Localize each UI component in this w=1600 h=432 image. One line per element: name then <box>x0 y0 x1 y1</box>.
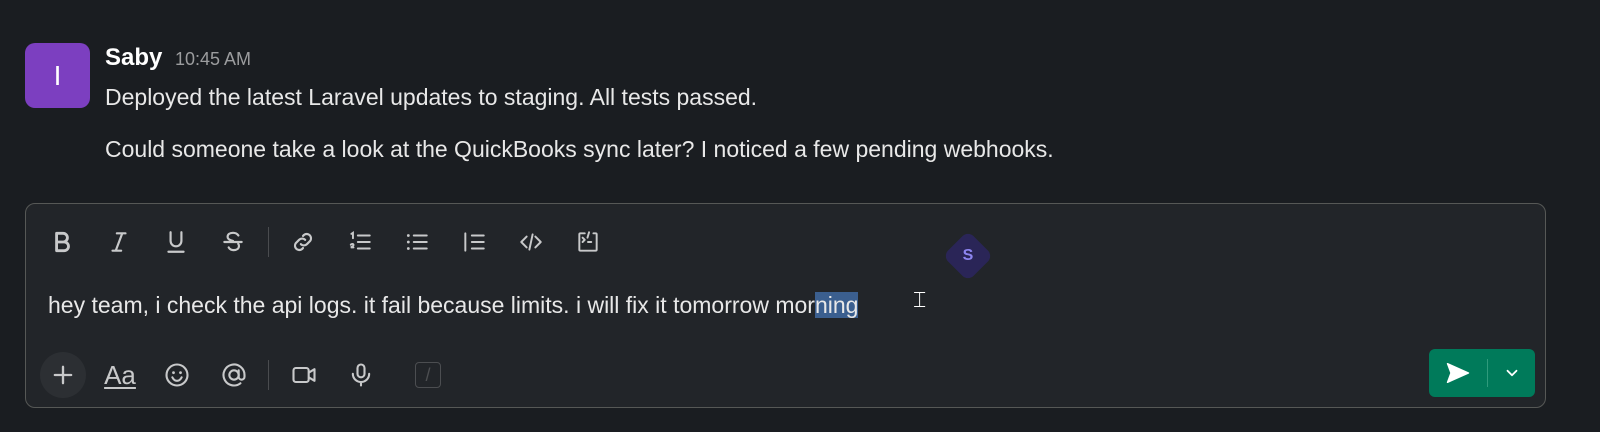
message: I Saby 10:45 AM Deployed the latest Lara… <box>25 43 1565 173</box>
actions-divider <box>268 360 269 390</box>
code-icon[interactable] <box>509 222 553 262</box>
at-sign-icon <box>222 363 246 387</box>
mention-button[interactable] <box>211 352 257 398</box>
send-button-group <box>1429 349 1535 397</box>
message-timestamp[interactable]: 10:45 AM <box>175 49 251 70</box>
underline-icon[interactable] <box>154 222 198 262</box>
composer-actions: Aa / <box>40 352 462 398</box>
link-icon[interactable] <box>281 222 325 262</box>
plus-icon <box>53 365 73 385</box>
send-icon <box>1446 362 1470 384</box>
message-input[interactable]: hey team, i check the api logs. it fail … <box>48 292 859 319</box>
bold-icon[interactable] <box>40 222 84 262</box>
italic-icon[interactable] <box>97 222 141 262</box>
code-block-icon[interactable] <box>566 222 610 262</box>
text-cursor-icon: ⌶ <box>913 288 927 313</box>
avatar[interactable]: I <box>25 43 90 108</box>
message-line: Could someone take a look at the QuickBo… <box>105 136 1054 162</box>
ordered-list-icon[interactable] <box>338 222 382 262</box>
send-button[interactable] <box>1429 349 1487 397</box>
message-author[interactable]: Saby <box>105 44 162 72</box>
slash-icon: / <box>415 362 441 388</box>
emoji-icon <box>165 363 189 387</box>
message-composer: S hey team, i check the api logs. it fai… <box>25 203 1546 408</box>
input-text: hey team, i check the api logs. it fail … <box>48 292 815 318</box>
video-camera-icon <box>292 366 316 384</box>
add-attachment-button[interactable] <box>40 352 86 398</box>
strikethrough-icon[interactable] <box>211 222 255 262</box>
toolbar-divider <box>268 227 269 257</box>
blockquote-icon[interactable] <box>452 222 496 262</box>
schedule-send-button[interactable] <box>1488 349 1535 397</box>
microphone-icon <box>351 363 371 387</box>
selected-text: ning <box>814 292 859 318</box>
presence-initial: S <box>962 247 974 264</box>
formatting-toggle-button[interactable]: Aa <box>97 352 143 398</box>
formatting-toolbar <box>40 222 623 262</box>
bulleted-list-icon[interactable] <box>395 222 439 262</box>
video-clip-button[interactable] <box>281 352 327 398</box>
slash-shortcut-button[interactable]: / <box>405 352 451 398</box>
collaborator-presence-icon: S <box>942 230 994 282</box>
audio-clip-button[interactable] <box>338 352 384 398</box>
slack-channel-view: I Saby 10:45 AM Deployed the latest Lara… <box>0 0 1600 432</box>
chevron-down-icon <box>1506 369 1517 377</box>
emoji-button[interactable] <box>154 352 200 398</box>
format-label: Aa <box>104 359 136 390</box>
message-line: Deployed the latest Laravel updates to s… <box>105 84 758 110</box>
